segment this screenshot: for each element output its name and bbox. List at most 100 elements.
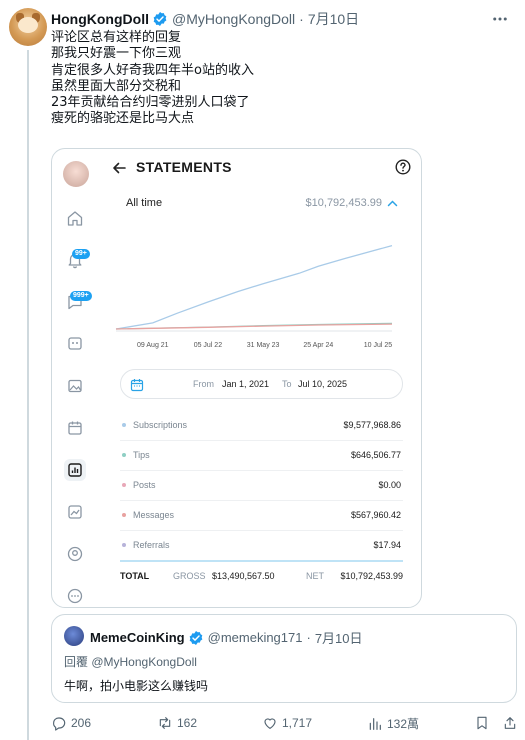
like-button[interactable]: 1,717 xyxy=(262,715,312,731)
chevron-up-icon xyxy=(387,200,398,207)
bookmark-button[interactable] xyxy=(474,715,490,731)
gross-value: $13,490,567.50 xyxy=(212,571,275,581)
tweet-line: 肯定很多人好奇我四年半o站的收入 xyxy=(51,62,254,78)
app-sidebar: 99+ 999+ xyxy=(52,193,98,607)
row-value: $17.94 xyxy=(373,540,401,550)
verified-badge-icon xyxy=(153,12,167,26)
retweet-icon xyxy=(159,717,171,729)
messages-dot xyxy=(122,513,126,517)
series-line-messages xyxy=(115,323,393,330)
quote-separator: · xyxy=(306,630,311,645)
date-range-picker[interactable]: From Jan 1, 2021 To Jul 10, 2025 xyxy=(120,369,403,399)
calendar-icon xyxy=(68,421,82,435)
analytics-icon xyxy=(68,505,82,519)
statistics-icon xyxy=(68,463,82,477)
profile-thumbnail xyxy=(63,161,89,187)
gross-label: GROSS xyxy=(173,571,206,581)
author-handle[interactable]: @MyHongKongDoll xyxy=(172,11,295,27)
author-avatar[interactable] xyxy=(9,8,47,46)
series-line-subscriptions xyxy=(115,244,393,330)
tweet-line: 评论区总有这样的回复 xyxy=(51,30,182,45)
x-tick-label: 31 May 23 xyxy=(247,342,280,349)
quoted-tweet[interactable]: MemeCoinKing @memeking171 · 7月10日 回覆 @My… xyxy=(51,614,517,703)
referrals-dot xyxy=(122,543,126,547)
tweet-actions: 206 162 1,717 132萬 xyxy=(51,715,517,735)
reply-count: 206 xyxy=(71,716,92,730)
row-label: Posts xyxy=(133,480,156,490)
profile-icon xyxy=(67,546,83,562)
messages-badge: 999+ xyxy=(70,291,92,301)
thread-line xyxy=(27,50,29,740)
totals-divider xyxy=(120,560,403,562)
from-label: From xyxy=(193,379,214,389)
vault-icon xyxy=(68,379,82,393)
period-total: $10,792,453.99 xyxy=(305,197,382,209)
quote-date: 7月10日 xyxy=(314,631,363,646)
collections-icon xyxy=(68,337,82,350)
share-button[interactable] xyxy=(502,715,518,731)
retweet-button[interactable]: 162 xyxy=(157,715,197,731)
row-value: $9,577,968.86 xyxy=(343,420,401,430)
quote-author-avatar xyxy=(64,626,84,646)
tweet-text: 评论区总有这样的回复 那我只好震一下你三观 肯定很多人好奇我四年半o站的收入 虽… xyxy=(51,30,254,128)
tweet-line: 23年贡献给合约归零进别人口袋了 xyxy=(51,95,250,111)
subscriptions-dot xyxy=(122,423,126,427)
earnings-row: Subscriptions $9,577,968.86 xyxy=(120,411,403,441)
statements-title: STATEMENTS xyxy=(136,159,232,175)
x-tick-label: 05 Jul 22 xyxy=(194,342,223,349)
retweet-count: 162 xyxy=(177,716,198,730)
view-count: 132萬 xyxy=(387,717,420,731)
earnings-breakdown: Subscriptions $9,577,968.86 Tips $646,50… xyxy=(120,411,403,561)
earnings-row: Referrals $17.94 xyxy=(120,531,403,561)
share-icon xyxy=(504,717,516,729)
net-label: NET xyxy=(306,571,324,581)
quote-header: MemeCoinKing @memeking171 · 7月10日 xyxy=(90,628,363,647)
more-options-icon[interactable] xyxy=(491,10,509,28)
row-value: $567,960.42 xyxy=(350,510,401,520)
header-separator: · xyxy=(299,11,304,27)
to-date: Jul 10, 2025 xyxy=(298,379,348,389)
tweet-date[interactable]: 7月10日 xyxy=(308,9,359,29)
notifications-badge: 99+ xyxy=(72,249,90,259)
row-value: $0.00 xyxy=(378,480,401,490)
x-tick-label: 09 Aug 21 xyxy=(137,342,169,349)
views-chart-icon xyxy=(369,717,381,730)
attached-image[interactable]: STATEMENTS 99+ 999+ All time $10,792,453… xyxy=(51,148,422,608)
quote-author-handle: @memeking171 xyxy=(207,630,303,645)
row-value: $646,506.77 xyxy=(350,450,401,460)
home-icon xyxy=(67,211,83,226)
like-count: 1,717 xyxy=(282,716,313,730)
net-value: $10,792,453.99 xyxy=(340,571,403,581)
author-name[interactable]: HongKongDoll xyxy=(51,11,149,27)
more-menu-icon xyxy=(67,588,83,604)
back-arrow-icon xyxy=(113,162,126,174)
heart-icon xyxy=(264,718,276,729)
quote-reply-to: 回覆 @MyHongKongDoll xyxy=(64,655,197,669)
row-label: Messages xyxy=(133,510,175,520)
tips-dot xyxy=(122,453,126,457)
tweet-header: HongKongDoll @MyHongKongDoll · 7月10日 xyxy=(51,9,359,29)
tweet-line: 瘦死的骆驼还是比马大点 xyxy=(51,111,195,127)
tweet-line: 那我只好震一下你三观 xyxy=(51,46,182,62)
bookmark-icon xyxy=(477,716,487,730)
total-label: TOTAL xyxy=(120,571,150,581)
statements-panel: All time $10,792,453.99 09 Aug 21 05 Jul … xyxy=(110,189,412,599)
row-label: Tips xyxy=(133,450,150,460)
to-label: To xyxy=(282,379,292,389)
views-button[interactable]: 132萬 xyxy=(367,715,419,732)
verified-badge-icon xyxy=(189,630,202,645)
help-icon xyxy=(395,159,411,175)
row-label: Referrals xyxy=(133,540,170,550)
period-label: All time xyxy=(126,197,163,209)
row-label: Subscriptions xyxy=(133,420,188,430)
tweet-line: 虽然里面大部分交税和 xyxy=(51,78,182,94)
earnings-row: Posts $0.00 xyxy=(120,471,403,501)
quote-text: 牛啊，拍小电影这么赚钱吗 xyxy=(64,679,209,693)
x-tick-label: 10 Jul 25 xyxy=(364,342,393,349)
x-tick-label: 25 Apr 24 xyxy=(303,342,333,349)
earnings-row: Messages $567,960.42 xyxy=(120,501,403,531)
calendar-picker-icon xyxy=(130,379,144,392)
earnings-line-chart: 09 Aug 21 05 Jul 22 31 May 23 25 Apr 24 10 J… xyxy=(115,244,393,349)
reply-button[interactable]: 206 xyxy=(51,715,91,731)
reply-icon xyxy=(53,717,66,731)
